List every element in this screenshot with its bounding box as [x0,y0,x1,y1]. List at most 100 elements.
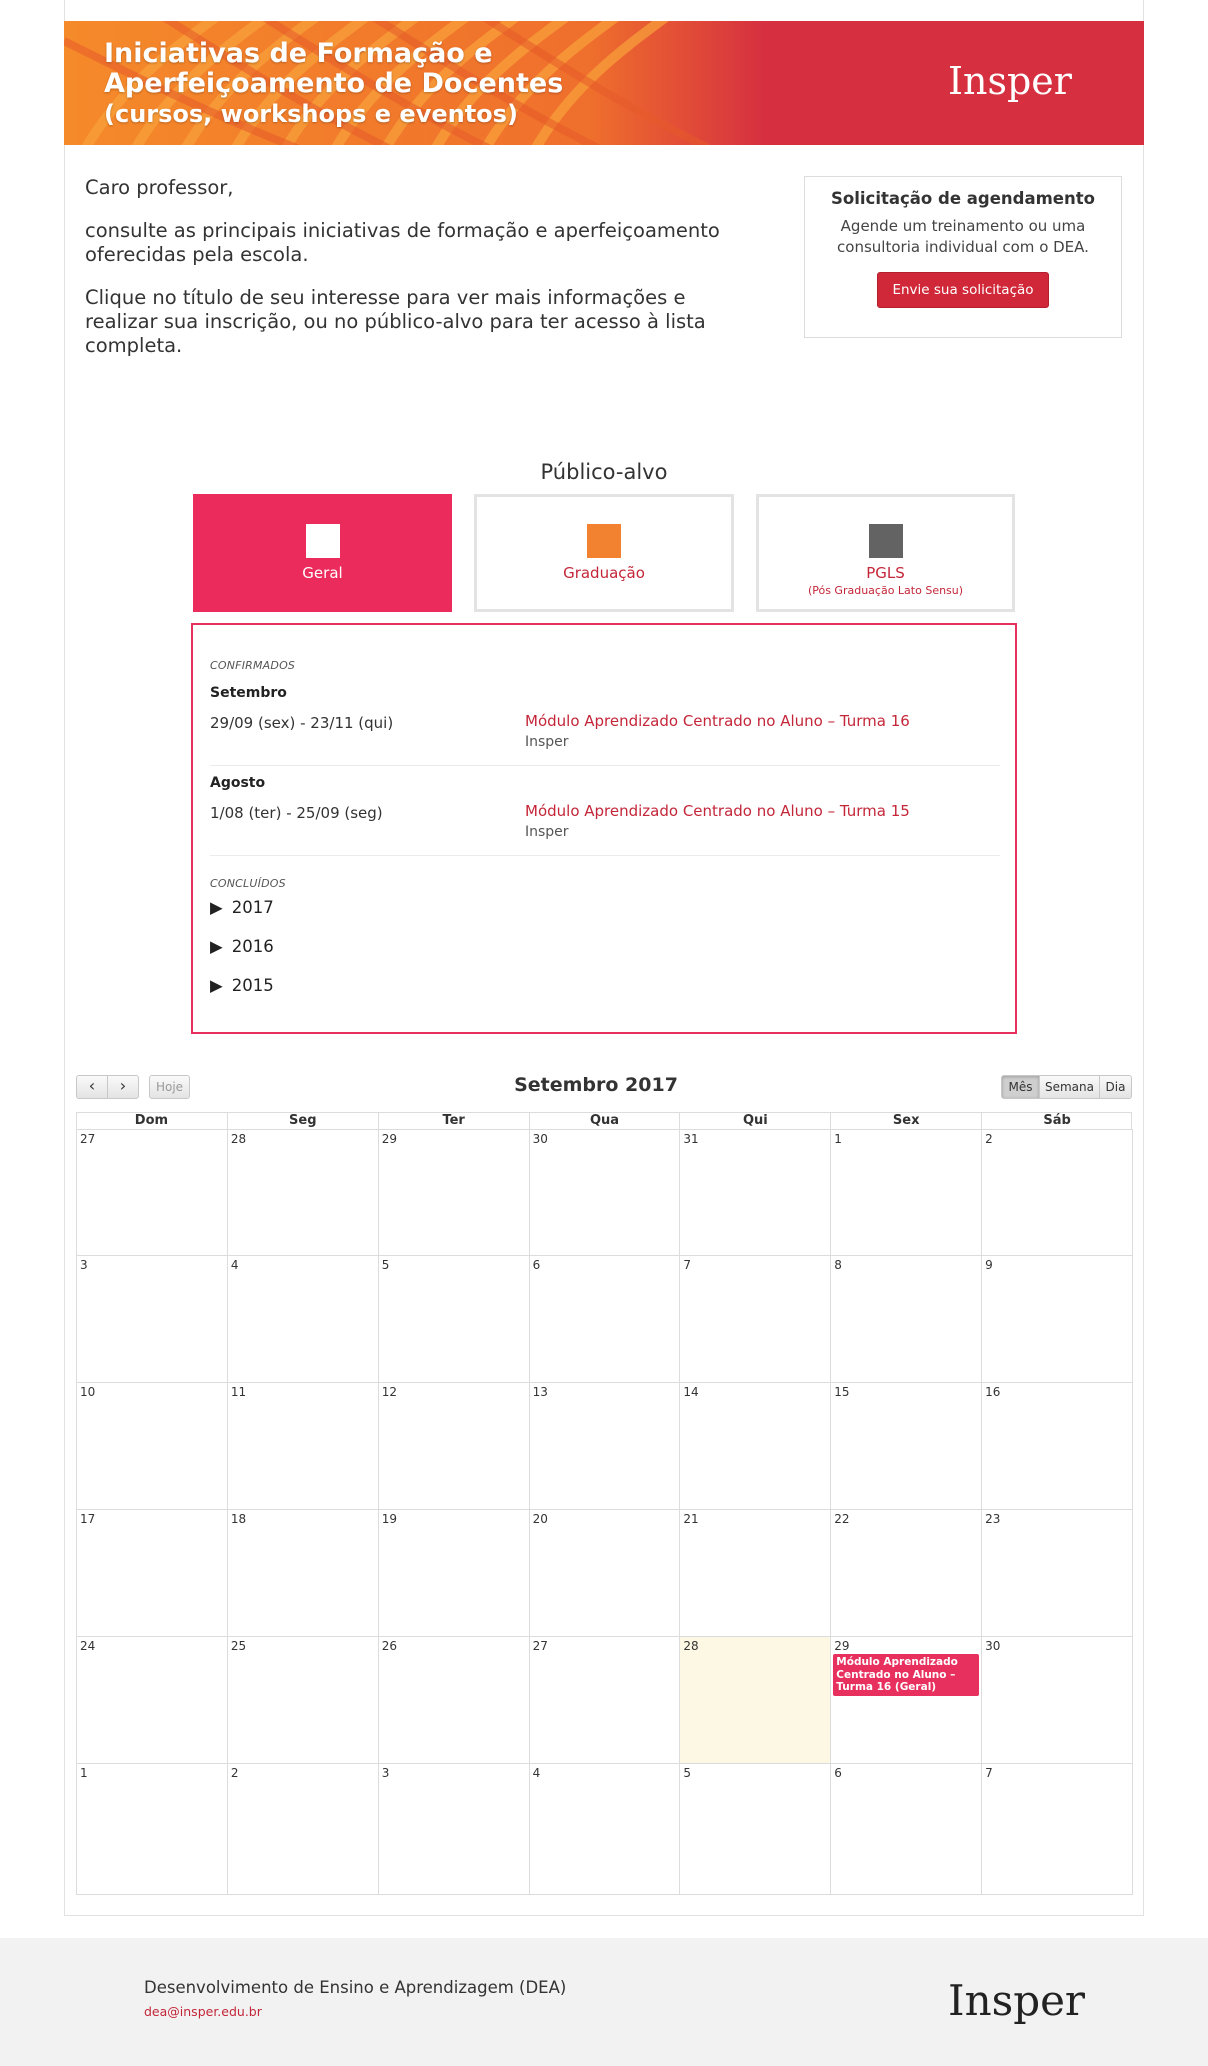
day-number: 29 [381,1132,397,1146]
day-number: 27 [80,1132,96,1146]
page-title-line3: (cursos, workshops e eventos) [104,100,518,128]
calendar-day-cell[interactable]: 14 [679,1383,831,1510]
event-title-link[interactable]: Módulo Aprendizado Centrado no Aluno – T… [525,712,910,730]
calendar-day-cell[interactable]: 30 [528,1129,680,1256]
expand-triangle-icon: ▶ [210,898,223,917]
divider [210,855,1000,856]
calendar-day-cell[interactable]: 15 [830,1383,982,1510]
calendar-day-cell[interactable]: 6 [830,1764,982,1895]
audience-pgls-swatch [868,524,903,558]
calendar-day-cell[interactable]: 2 [981,1129,1133,1256]
scheduling-text: Agende um treinamento ou uma consultoria… [837,217,1089,256]
day-number: 2 [985,1132,993,1146]
calendar-day-cell[interactable]: 1 [830,1129,982,1256]
calendar-day-cell[interactable]: 3 [377,1764,529,1895]
calendar-day-cell[interactable]: 28 [679,1637,831,1764]
audience-card-pgls[interactable]: PGLS (Pós Graduação Lato Sensu) [756,494,1015,612]
calendar-day-cell[interactable]: 20 [528,1510,680,1637]
year-toggle-2017[interactable]: ▶ 2017 [210,898,274,917]
calendar-day-cell[interactable]: 11 [226,1383,378,1510]
audience-card-graduacao[interactable]: Graduação [474,494,734,612]
day-number: 25 [230,1639,247,1653]
event-date: 1/08 (ter) - 25/09 (seg) [210,804,383,822]
audience-graduacao-swatch [587,524,621,558]
day-number: 29 [834,1639,850,1653]
event-title-link[interactable]: Módulo Aprendizado Centrado no Aluno – T… [525,802,910,820]
weekday-header: Ter [377,1113,529,1129]
calendar-day-cell[interactable]: 8 [830,1256,982,1383]
day-number: 5 [683,1766,692,1780]
year-toggle-2015[interactable]: ▶ 2015 [210,976,274,995]
intro-greeting: Caro professor, [85,176,234,199]
day-number: 26 [381,1639,397,1653]
day-number: 9 [985,1258,993,1272]
calendar-day-cell[interactable]: 16 [981,1383,1133,1510]
scheduling-title: Solicitação de agendamento [831,189,1095,208]
calendar-day-cell[interactable]: 17 [76,1510,227,1637]
calendar-day-cell[interactable]: 25 [226,1637,378,1764]
calendar-day-cell[interactable]: 31 [679,1129,831,1256]
calendar-day-cell[interactable]: 23 [981,1510,1133,1637]
view-week-button[interactable]: Semana [1039,1075,1100,1099]
calendar-day-cell[interactable]: 30 [981,1637,1133,1764]
calendar-day-cell[interactable]: 3 [76,1256,227,1383]
calendar-day-cell[interactable]: 29 Módulo Aprendizado Centrado no Aluno –… [830,1637,982,1764]
day-number: 7 [985,1766,993,1780]
calendar-day-cell[interactable]: 1 [76,1764,227,1895]
calendar-day-cell[interactable]: 4 [528,1764,680,1895]
day-number: 30 [985,1639,1001,1653]
footer-insper-logo[interactable]: Insper [948,1976,1085,2025]
events-list: CONFIRMADOS Setembro 29/09 (sex) - 23/11… [191,623,1017,1034]
calendar-day-cell[interactable]: 2 [226,1764,378,1895]
weekday-header: Qui [679,1113,830,1129]
calendar-day-cell[interactable]: 7 [679,1256,831,1383]
calendar-day-cell[interactable]: 7 [981,1764,1133,1895]
insper-logo[interactable]: Insper [948,59,1072,103]
calendar-day-cell[interactable]: 18 [226,1510,378,1637]
day-number: 15 [834,1385,850,1399]
calendar-day-cell[interactable]: 27 [528,1637,680,1764]
footer-email-link[interactable]: dea@insper.edu.br [144,2004,262,2019]
divider [210,765,1000,766]
footer: Desenvolvimento de Ensino e Aprendizagem… [0,1938,1208,2066]
header-banner: Iniciativas de Formação e Aperfeiçoament… [64,21,1144,145]
year-toggle-2016[interactable]: ▶ 2016 [210,937,274,956]
calendar-day-cell[interactable]: 29 [377,1129,529,1256]
day-number: 5 [381,1258,390,1272]
audience-card-geral[interactable]: Geral [193,494,452,612]
calendar-day-cell[interactable]: 19 [377,1510,529,1637]
calendar-day-cell[interactable]: 26 [377,1637,529,1764]
view-month-button[interactable]: Mês [1001,1075,1040,1099]
year-label: 2017 [231,898,274,917]
calendar-day-cell[interactable]: 22 [830,1510,982,1637]
calendar-day-cell[interactable]: 5 [679,1764,831,1895]
day-number: 17 [80,1512,96,1526]
day-number: 13 [532,1385,548,1399]
day-number: 19 [381,1512,397,1526]
day-number: 30 [532,1132,548,1146]
day-number: 1 [834,1132,842,1146]
month-heading: Agosto [210,775,266,791]
calendar-day-cell[interactable]: 4 [226,1256,378,1383]
audience-pgls-sublabel: (Pós Graduação Lato Sensu) [807,584,964,597]
calendar-day-cell[interactable]: 12 [377,1383,529,1510]
calendar-day-cell[interactable]: 9 [981,1256,1133,1383]
calendar-day-cell[interactable]: 13 [528,1383,680,1510]
send-request-button[interactable]: Envie sua solicitação [877,272,1049,308]
month-heading: Setembro [210,685,287,701]
calendar-day-cell[interactable]: 6 [528,1256,680,1383]
calendar-day-cell[interactable]: 21 [679,1510,831,1637]
day-number: 21 [683,1512,699,1526]
day-number: 28 [683,1639,699,1653]
day-number: 4 [230,1258,239,1272]
calendar-day-cell[interactable]: 24 [76,1637,227,1764]
calendar-event[interactable]: Módulo Aprendizado Centrado no Aluno – T… [833,1654,980,1696]
audience-geral-label: Geral [302,564,343,582]
calendar-day-cell[interactable]: 5 [377,1256,529,1383]
day-number: 1 [80,1766,88,1780]
calendar-day-cell[interactable]: 10 [76,1383,227,1510]
view-day-button[interactable]: Dia [1099,1075,1132,1099]
calendar-day-cell[interactable]: 28 [226,1129,378,1256]
calendar-day-cell[interactable]: 27 [76,1129,227,1256]
audience-pgls-label: PGLS [866,564,905,582]
